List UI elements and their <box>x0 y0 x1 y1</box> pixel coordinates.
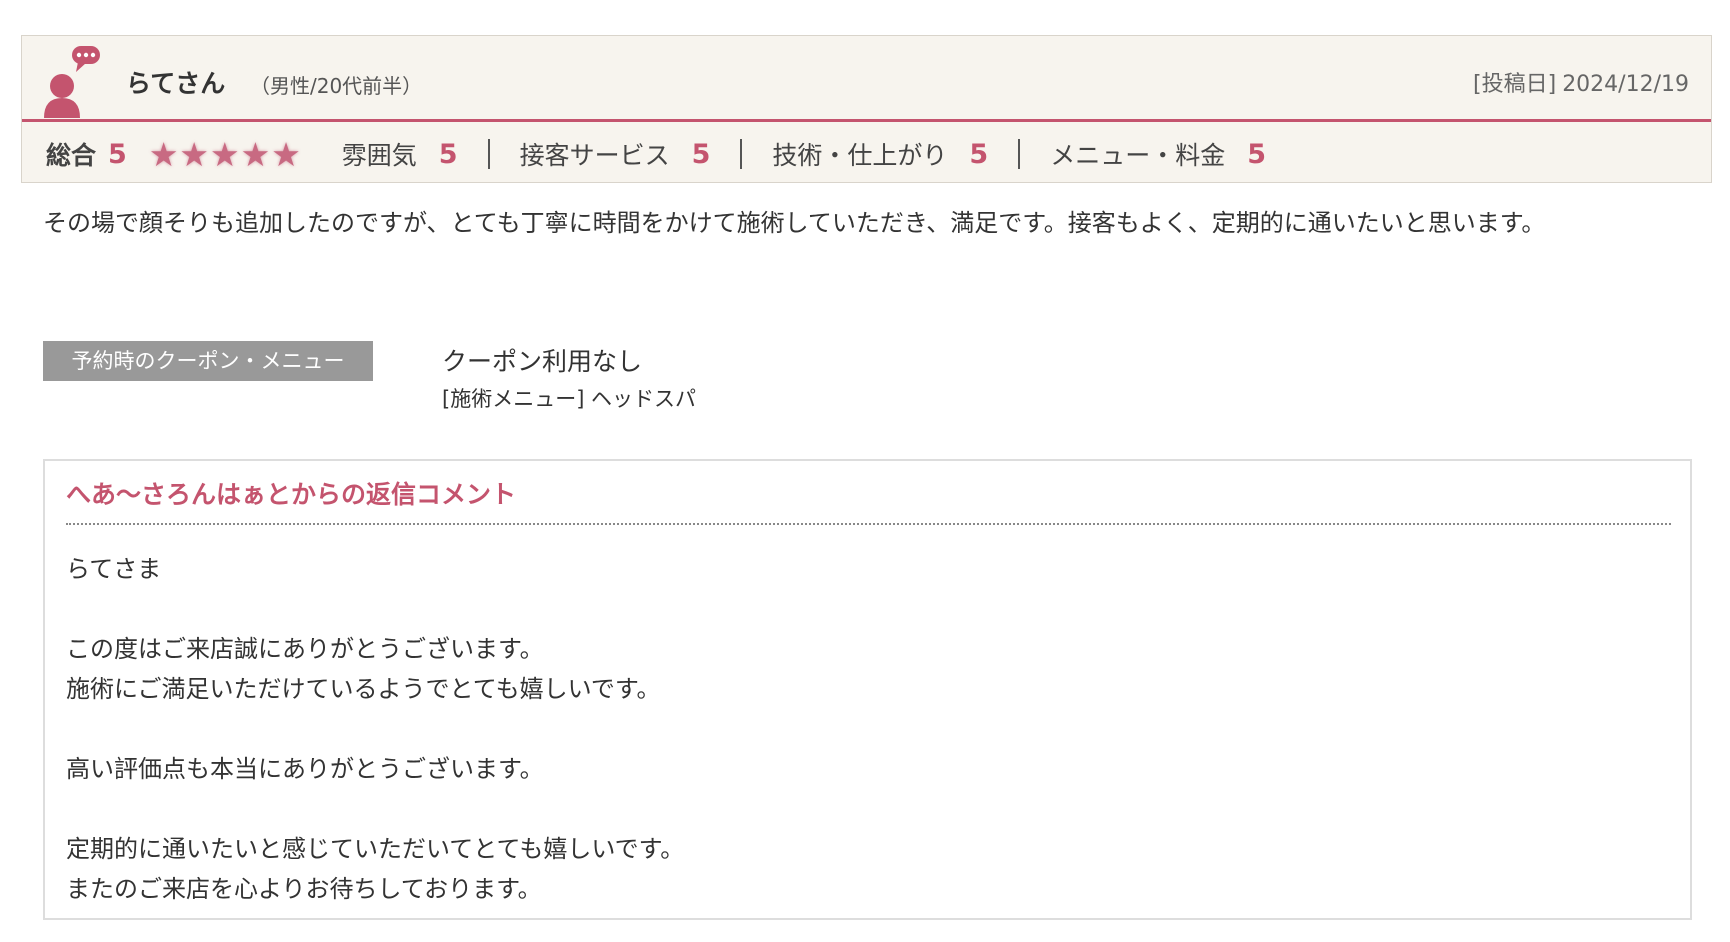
star-icon: ★ <box>210 134 240 174</box>
review-card: らてさん （男性/20代前半） [投稿日] 2024/12/19 総合 5 ★ ★… <box>0 0 1730 942</box>
post-date: [投稿日] 2024/12/19 <box>1473 66 1689 98</box>
rating-service: 接客サービス 5 <box>520 136 711 172</box>
user-speech-icon <box>44 46 100 118</box>
rating-divider <box>1018 139 1021 169</box>
rating-divider <box>487 139 490 169</box>
reply-text: らてさま この度はご来店誠にありがとうございます。 施術にご満足いただけているよ… <box>66 555 685 903</box>
post-date-label: [投稿日] <box>1473 72 1557 97</box>
coupon-badge: 予約時のクーポン・メニュー <box>43 341 373 381</box>
review-text: その場で顔そりも追加したのですが、とても丁寧に時間をかけて施術していただき、満足… <box>43 209 1546 237</box>
rating-atmosphere: 雰囲気 5 <box>342 136 458 172</box>
reply-divider <box>66 523 1671 525</box>
rating-score: 5 <box>691 138 711 170</box>
rating-row: 総合 5 ★ ★ ★ ★ ★ 雰囲気 5 接客サービス 5 技術・仕上がり 5 <box>22 125 1711 183</box>
review-header: らてさん （男性/20代前半） [投稿日] 2024/12/19 総合 5 ★ ★… <box>21 35 1712 183</box>
rating-score: 5 <box>438 138 458 170</box>
user-attributes: （男性/20代前半） <box>250 74 423 98</box>
user-row: らてさん （男性/20代前半） [投稿日] 2024/12/19 <box>22 36 1711 122</box>
star-icon: ★ <box>271 134 301 174</box>
rating-score: 5 <box>969 138 989 170</box>
overall-label: 総合 <box>46 141 97 170</box>
user-name: らてさん <box>126 69 226 98</box>
rating-score: 5 <box>1247 138 1267 170</box>
rating-menu-price: メニュー・料金 5 <box>1050 136 1266 172</box>
star-icon: ★ <box>179 134 209 174</box>
star-rating: ★ ★ ★ ★ ★ <box>149 138 302 171</box>
reply-title: へあ〜さろんはぁとからの返信コメント <box>66 480 517 509</box>
coupon-name: クーポン利用なし <box>442 347 643 376</box>
rating-label: 技術・仕上がり <box>772 141 948 170</box>
reply-box: へあ〜さろんはぁとからの返信コメント らてさま この度はご来店誠にありがとうござ… <box>43 459 1692 920</box>
rating-technique: 技術・仕上がり 5 <box>772 136 988 172</box>
star-icon: ★ <box>148 134 179 174</box>
rating-divider <box>740 139 743 169</box>
rating-label: 雰囲気 <box>341 141 417 170</box>
post-date-value: 2024/12/19 <box>1562 72 1689 97</box>
rating-label: メニュー・料金 <box>1050 141 1226 170</box>
overall-score: 5 <box>108 138 127 170</box>
star-icon: ★ <box>240 134 271 174</box>
coupon-menu: [施術メニュー] ヘッドスパ <box>442 387 697 411</box>
rating-label: 接客サービス <box>519 141 670 170</box>
